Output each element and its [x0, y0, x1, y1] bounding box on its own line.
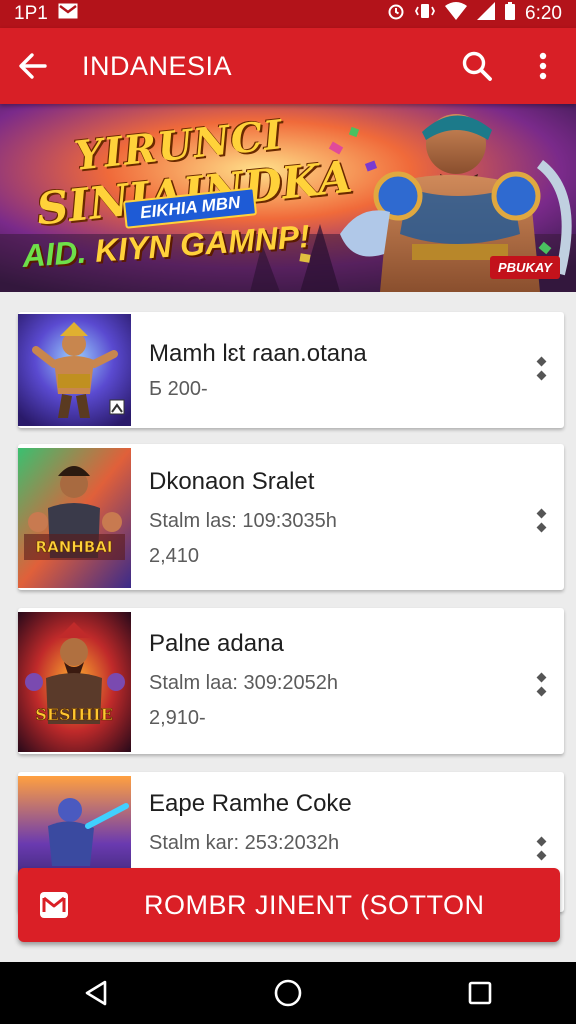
status-time: 6:20	[525, 3, 562, 24]
screen: 1P1 6:20 INDANESIA YIRUNCI EIKHIA MBN AI…	[0, 0, 576, 1024]
alarm-icon	[387, 2, 405, 26]
item-options-button[interactable]	[526, 828, 556, 868]
more-vertical-icon	[539, 52, 547, 80]
game-thumbnail: SESIHIE	[18, 612, 131, 752]
nav-recents-button[interactable]	[450, 963, 510, 1023]
circle-home-icon	[274, 979, 302, 1007]
diamond-dot-icon	[536, 836, 546, 846]
diamond-dot-icon	[536, 522, 546, 532]
banner-badge: PBUKAY	[490, 256, 560, 279]
status-left-text: 1P1	[14, 3, 48, 24]
page-title: INDANESIA	[82, 50, 233, 81]
thumbnail-caption: RANHBAI	[36, 538, 113, 556]
game-name: Palne adana	[149, 630, 284, 657]
list-item[interactable]: RANHBAI Dkonaon Sralet Stalm las: 109:30…	[18, 444, 564, 590]
overflow-menu-button[interactable]	[510, 28, 576, 104]
status-bar: 1P1 6:20	[0, 0, 576, 28]
system-nav-bar	[0, 962, 576, 1024]
diamond-dot-icon	[536, 850, 546, 860]
search-button[interactable]	[444, 28, 510, 104]
diamond-dot-icon	[536, 672, 546, 682]
game-name: Mamh lɛt ɾaan.otana	[149, 340, 367, 367]
banner-text: YIRUNCI SINIAINDKA EIKHIA MBN AID. KIYN …	[0, 104, 576, 292]
nav-home-button[interactable]	[258, 963, 318, 1023]
game-count: 2,410	[149, 545, 200, 567]
game-thumbnail	[18, 314, 131, 426]
square-recents-icon	[468, 981, 492, 1005]
mail-notification-icon	[58, 3, 78, 25]
game-thumbnail: RANHBAI	[18, 448, 131, 588]
diamond-dot-icon	[536, 356, 546, 366]
diamond-dot-icon	[536, 508, 546, 518]
item-options-button[interactable]	[526, 664, 556, 704]
triangle-back-icon	[85, 980, 107, 1006]
mail-icon	[40, 892, 68, 918]
thumbnail-caption: SESIHIE	[35, 705, 113, 724]
battery-icon	[505, 2, 516, 26]
diamond-dot-icon	[536, 686, 546, 696]
nav-back-button[interactable]	[66, 963, 126, 1023]
game-meta: Stalm laa: 309:2052h	[149, 672, 339, 694]
app-bar: INDANESIA	[0, 28, 576, 104]
promo-banner[interactable]: YIRUNCI SINIAINDKA EIKHIA MBN AID. KIYN …	[0, 104, 576, 292]
arrow-left-icon	[19, 53, 47, 79]
primary-action-button[interactable]: ROMBR JINENT (SOTTON	[18, 868, 560, 942]
diamond-dot-icon	[536, 370, 546, 380]
game-name: Dkonaon Sralet	[149, 468, 315, 495]
back-button[interactable]	[0, 28, 66, 104]
list-item[interactable]: SESIHIE Palne adana Stalm laa: 309:2052h…	[18, 608, 564, 754]
banner-subtitle-green: AID.	[21, 233, 88, 275]
primary-action-label: ROMBR JINENT (SOTTON	[144, 889, 485, 920]
game-meta: Б 200-	[149, 378, 208, 400]
item-options-button[interactable]	[526, 500, 556, 540]
wifi-icon	[445, 2, 468, 26]
game-name: Eape Ramhe Coke	[149, 790, 352, 817]
signal-icon	[477, 2, 496, 26]
game-meta: Stalm kar: 253:2032h	[149, 832, 340, 854]
list-item[interactable]: Mamh lɛt ɾaan.otana Б 200-	[18, 312, 564, 428]
search-icon	[462, 51, 492, 81]
game-count: 2,910-	[149, 707, 206, 729]
vibrate-icon	[415, 2, 436, 26]
item-options-button[interactable]	[526, 348, 556, 388]
game-meta: Stalm las: 109:3035h	[149, 510, 337, 532]
